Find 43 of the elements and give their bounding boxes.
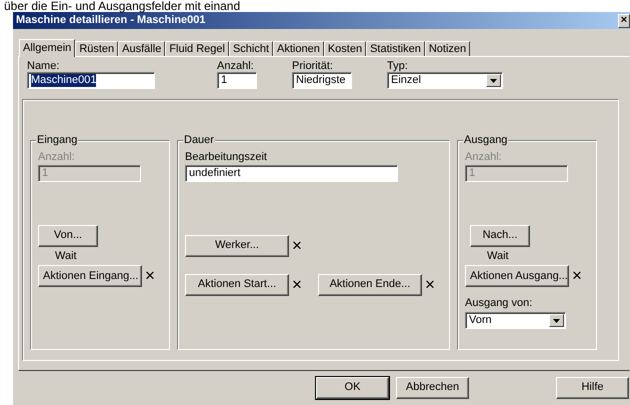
clear-mark[interactable]: × (292, 238, 302, 254)
status-text: Wait (55, 250, 77, 262)
field-label: Priorität: (292, 60, 334, 72)
tab[interactable]: Kosten (324, 41, 366, 56)
field-text: Maschine001 (31, 74, 96, 88)
input-field[interactable]: undefiniert (185, 165, 398, 182)
type-select[interactable]: Einzel (387, 72, 503, 89)
tab[interactable]: Ausfälle (118, 41, 166, 56)
tab[interactable]: Rüsten (75, 41, 118, 56)
input-field[interactable]: 1 (217, 72, 257, 89)
field-label: Anzahl: (217, 60, 255, 72)
tab[interactable]: Notizen (424, 41, 470, 56)
field-label: Anzahl: (38, 151, 76, 163)
tab[interactable]: Allgemein (19, 39, 76, 57)
field-label: Typ: (387, 60, 409, 72)
field-text: Niedrigste (296, 74, 346, 88)
dialog-button[interactable]: Abbrechen (396, 377, 469, 399)
field-label: Name: (27, 60, 60, 72)
dialog-button[interactable]: OK (316, 377, 389, 399)
field-label: Anzahl: (465, 151, 503, 163)
window-title: Maschine detaillieren - Maschine001 (16, 14, 206, 28)
action-button[interactable]: Aktionen Ende... (318, 274, 422, 296)
background-text: über die Ein- und Ausgangsfelder mit einand (3, 0, 242, 12)
group-title: Ausgang (463, 134, 508, 148)
tab[interactable]: Schicht (228, 41, 274, 56)
group-title: Eingang (36, 134, 78, 148)
action-button[interactable]: Aktionen Start... (185, 274, 289, 296)
field-label: Ausgang von: (465, 297, 534, 310)
input-field[interactable]: Maschine001 (27, 72, 155, 89)
input-field: 1 (465, 165, 568, 182)
action-button[interactable]: Werker... (185, 235, 289, 257)
close-button[interactable]: × (618, 14, 630, 28)
dialog-button[interactable]: Hilfe (556, 377, 629, 399)
clear-mark[interactable]: × (424, 277, 435, 293)
tab[interactable]: Aktionen (273, 41, 324, 56)
field-text: 1 (221, 74, 228, 88)
status-text: Wait (487, 250, 509, 262)
field-label: Bearbeitungszeit (185, 151, 268, 163)
input-field: 1 (38, 165, 141, 182)
tab[interactable]: Fluid Regel (165, 41, 229, 56)
clear-mark[interactable]: × (292, 277, 302, 293)
input-field[interactable]: Niedrigste (292, 72, 352, 89)
tab[interactable]: Statistiken (366, 41, 425, 56)
